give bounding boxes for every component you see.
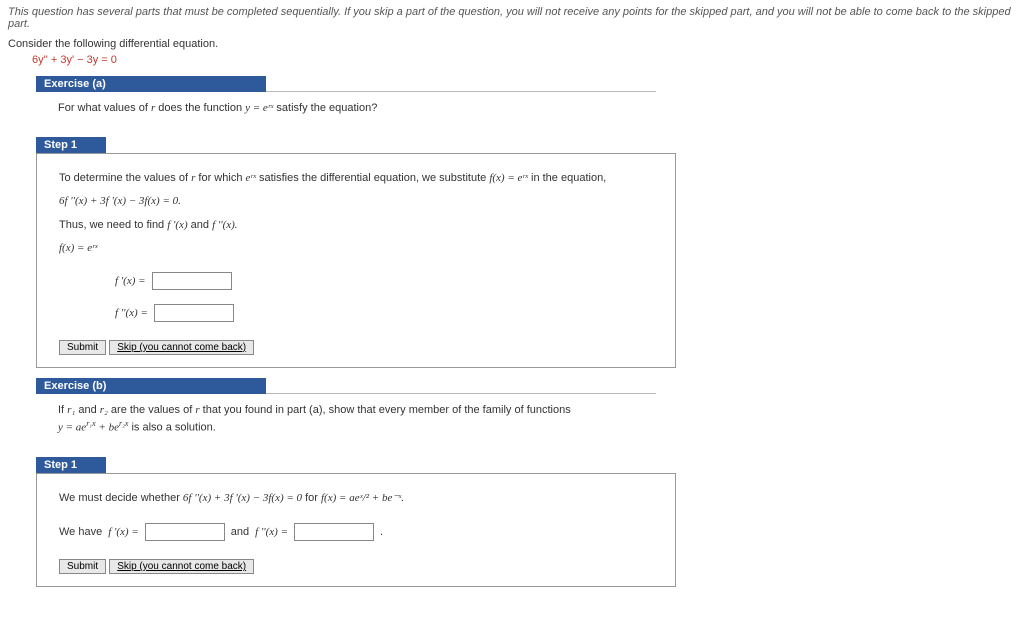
step1b-box: We must decide whether 6f ''(x) + 3f '(x… — [36, 473, 676, 588]
header-bar — [136, 76, 266, 92]
q-text: does the function — [155, 102, 245, 114]
fam-sup1: r₁x — [86, 419, 95, 428]
txt: and — [188, 219, 212, 231]
exercise-b-header: Exercise (b) — [36, 378, 656, 394]
step1a-line2: Thus, we need to find f '(x) and f ''(x)… — [59, 217, 653, 235]
header-bar — [136, 378, 266, 394]
fpp-input[interactable] — [154, 304, 234, 322]
fpp-row: f ''(x) = — [115, 304, 653, 322]
skip-button[interactable]: Skip (you cannot come back) — [109, 559, 254, 574]
fx-lhs: f(x) = — [59, 242, 87, 254]
step1a-eq: 6f ''(x) + 3f '(x) − 3f(x) = 0. — [59, 193, 653, 211]
exercise-a-label: Exercise (a) — [36, 76, 136, 92]
txt: for — [302, 492, 321, 504]
prompt: Consider the following differential equa… — [8, 38, 1016, 50]
txt: and — [75, 404, 99, 416]
q-text: For what values of — [58, 102, 151, 114]
step1a-line1: To determine the values of r for which e… — [59, 170, 653, 188]
fprime-input-b[interactable] — [145, 523, 225, 541]
eq: 6f ''(x) + 3f '(x) − 3f(x) = 0. — [59, 195, 181, 207]
txt: satisfies the differential equation, we … — [256, 172, 489, 184]
submit-button[interactable]: Submit — [59, 340, 106, 355]
exercise-b-label: Exercise (b) — [36, 378, 136, 394]
txt: that you found in part (a), show that ev… — [200, 404, 571, 416]
fpp-label: f ''(x) = — [115, 307, 148, 319]
button-row-b: Submit Skip (you cannot come back) — [59, 559, 653, 574]
fx-line: f(x) = eʳˣ — [59, 240, 653, 258]
fx: f(x) = aeˣ/² + be⁻ˣ. — [321, 492, 404, 504]
fx-rhs: eʳˣ — [87, 242, 97, 254]
eq: 6f ''(x) + 3f '(x) − 3f(x) = 0 — [183, 492, 302, 504]
fam-sup2: r₂x — [119, 419, 128, 428]
fp-lbl: f '(x) = — [108, 526, 139, 538]
submit-button[interactable]: Submit — [59, 559, 106, 574]
txt: We must decide whether — [59, 492, 183, 504]
button-row-a: Submit Skip (you cannot come back) — [59, 340, 653, 355]
fpp: f ''(x). — [212, 219, 237, 231]
step1a-box: To determine the values of r for which e… — [36, 153, 676, 368]
skip-button[interactable]: Skip (you cannot come back) — [109, 340, 254, 355]
differential-equation: 6y'' + 3y' − 3y = 0 — [32, 54, 1016, 66]
q-fn: y = eʳˣ — [245, 102, 273, 114]
txt: If — [58, 404, 67, 416]
txt: for which — [195, 172, 245, 184]
fprime-input[interactable] — [152, 272, 232, 290]
txt: in the equation, — [528, 172, 606, 184]
txt: are the values of — [108, 404, 195, 416]
fprime-label: f '(x) = — [115, 275, 146, 287]
sequential-warning: This question has several parts that mus… — [8, 6, 1016, 30]
erx: eʳˣ — [246, 172, 256, 184]
step1b-header: Step 1 — [36, 457, 106, 473]
fpp-input-b[interactable] — [294, 523, 374, 541]
header-underline — [266, 76, 656, 92]
fam-b: + be — [96, 422, 119, 434]
txt: is also a solution. — [128, 422, 215, 434]
txt: Thus, we need to find — [59, 219, 167, 231]
txt: We have — [59, 526, 102, 538]
fp: f '(x) — [167, 219, 187, 231]
q-text: satisfy the equation? — [273, 102, 377, 114]
exercise-a-header: Exercise (a) — [36, 76, 656, 92]
exercise-b-text: If r₁ and r₂ are the values of r that yo… — [58, 402, 698, 437]
fam-a: y = ae — [58, 422, 86, 434]
exercise-a-question: For what values of r does the function y… — [58, 100, 698, 117]
txt: To determine the values of — [59, 172, 191, 184]
header-underline — [266, 378, 656, 394]
txt: and — [231, 526, 249, 538]
have-row: We have f '(x) = and f ''(x) = . — [59, 523, 653, 541]
step1b-line1: We must decide whether 6f ''(x) + 3f '(x… — [59, 490, 653, 508]
step1a-header: Step 1 — [36, 137, 106, 153]
r2: r₂ — [100, 404, 108, 416]
fpp-lbl: f ''(x) = — [255, 526, 288, 538]
fprime-row: f '(x) = — [115, 272, 653, 290]
fx-sub: f(x) = eʳˣ — [489, 172, 528, 184]
period: . — [380, 526, 383, 538]
